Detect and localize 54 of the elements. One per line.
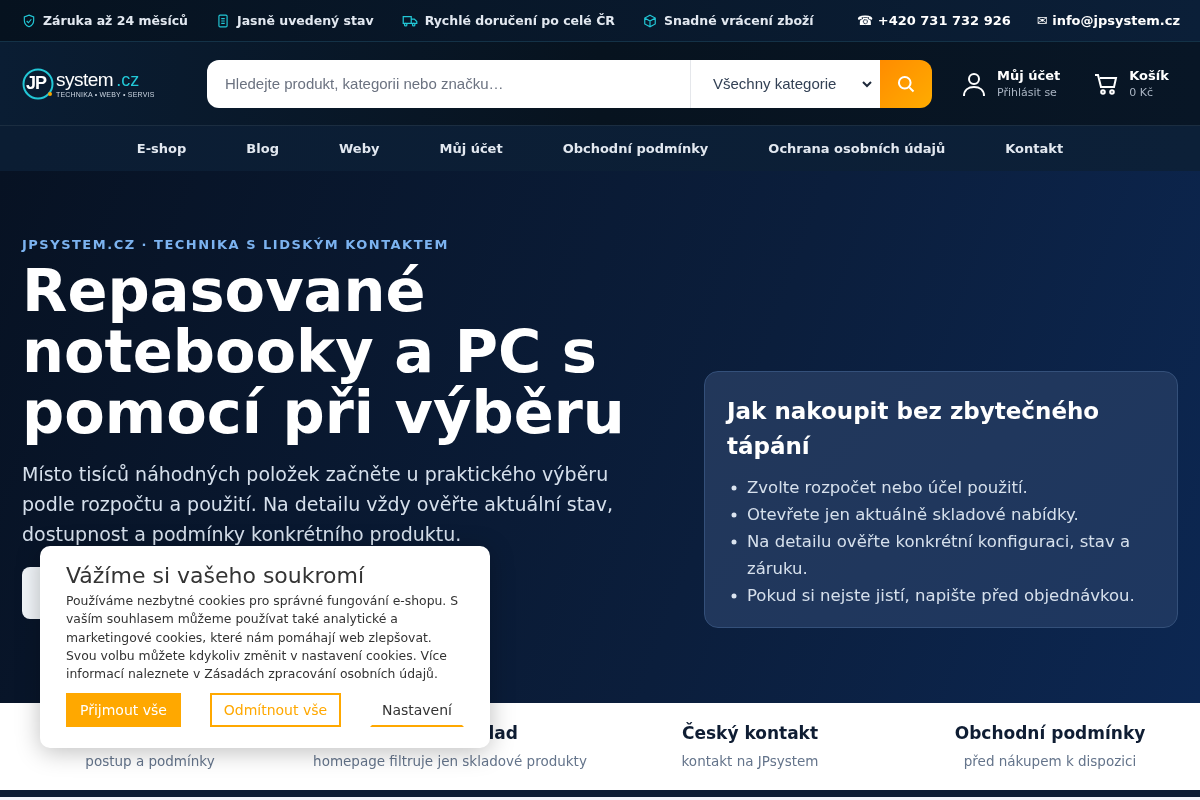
logo-name: system [56,69,114,91]
bullet-icon [731,512,737,518]
hero-title: Repasované notebooky a PC s pomocí při výběru [22,260,626,443]
shield-icon [22,13,36,28]
nav-link[interactable]: Ochrana osobních údajů [768,141,946,156]
contact-link[interactable]: ☎ +420 731 732 926 [857,13,1011,28]
feature-title: Český kontakt [681,723,819,743]
nav-link[interactable]: E-shop [136,141,187,156]
card-list-item: Pokud si nejste jistí, napište před objednávkou. [747,585,1135,607]
cart-total: 0 Kč [1129,86,1154,99]
logo-ring-icon [22,67,54,100]
bullet-icon [731,539,737,545]
feature-subtitle: před nákupem k dispozici [963,753,1137,769]
category-select[interactable]: Všechny kategorie [690,59,880,108]
hero-eyebrow: JPSYSTEM.CZ · TECHNIKA S LIDSKÝM KONTAKTEM [22,237,450,252]
account-subtitle: Přihlásit se [997,86,1058,99]
cookie-text: Používáme nezbytné cookies pro správné fungování e-shopu. S vaším souhlasem můžeme používat také analytické a marketingové cookies, které nám pomáhají web zlepšovat. Svou volbu můžete kdykoliv změnit v nastavení cookies. Více informací naleznete v Zásadách zpracování osobních údajů. [66,592,460,684]
cart-icon[interactable] [1094,71,1119,96]
card-title: Jak nakoupit bez zbytečného tápání [727,397,1101,461]
search-icon [896,73,916,94]
benefit-label: Snadné vrácení zboží [664,13,814,28]
card-list-item: Na detailu ověřte konkrétní konfiguraci, stav a záruku. [747,531,1132,580]
truck-icon [401,13,418,28]
card-list-item: Zvolte rozpočet nebo účel použití. [747,477,1028,499]
box-icon [643,13,657,28]
logo-tld: .cz [116,70,140,91]
document-icon [216,13,230,28]
feature-subtitle: homepage filtruje jen skladové produkty [313,753,587,769]
benefit-label: Záruka až 24 měsíců [43,13,188,28]
nav-link[interactable]: Blog [246,141,279,156]
card-list-item: Otevřete jen aktuálně skladové nabídky. [747,504,1079,526]
account-link[interactable]: Můj účet [997,68,1061,83]
feature-subtitle: postup a podmínky [85,753,215,769]
search-field[interactable]: Hledejte produkt, kategorii nebo značku… [207,59,690,108]
cookie-title: Vážíme si vašeho soukromí [66,562,366,590]
feature-title: lad [488,723,518,743]
feature-subtitle: kontakt na JPsystem [681,753,819,769]
settings-button[interactable]: Nastavení [369,693,464,728]
nav-link[interactable]: Můj účet [439,141,503,156]
hero-text: Místo tisíců náhodných položek začněte u praktického výběru podle rozpočtu a použití. Na detailu vždy ověřte aktuální stav, dostupnost a podmínky konkrétního produktu. [22,462,615,547]
benefit-label: Rychlé doručení po celé ČR [424,13,615,28]
nav-link[interactable]: Weby [338,141,380,156]
cart-link[interactable]: Košík [1129,68,1169,83]
bullet-icon [731,485,737,491]
user-icon[interactable] [962,70,986,97]
search-button[interactable] [880,59,932,108]
nav-link[interactable]: Obchodní podmínky [562,141,709,156]
logo-mark: JP [26,72,47,94]
benefit-label: Jasně uvedený stav [237,13,374,28]
feature-title: Obchodní podmínky [954,723,1146,743]
chevron-down-icon [862,79,872,88]
bullet-icon [731,593,737,599]
contact-link[interactable]: ✉ info@jpsystem.cz [1036,13,1180,28]
nav-link[interactable]: Kontakt [1005,141,1064,156]
